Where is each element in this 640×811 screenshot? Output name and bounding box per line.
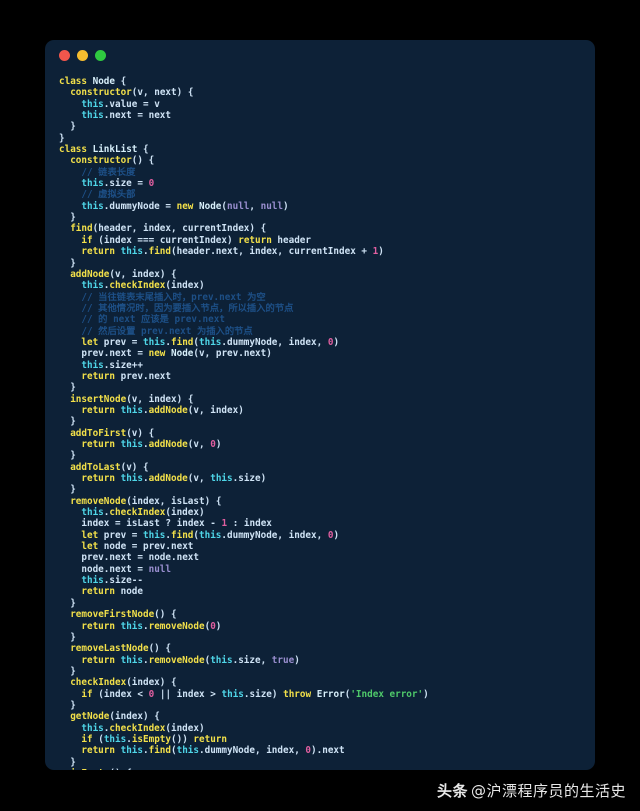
close-button[interactable] bbox=[59, 49, 70, 61]
screenshot-root: class Node { constructor(v, next) { this… bbox=[0, 0, 640, 811]
watermark-brand: 头条 bbox=[436, 782, 468, 800]
minimize-button[interactable] bbox=[77, 49, 88, 61]
code-window: class Node { constructor(v, next) { this… bbox=[45, 40, 595, 770]
watermark: 头条 @沪漂程序员的生活史 bbox=[437, 780, 626, 801]
watermark-handle: @沪漂程序员的生活史 bbox=[470, 782, 626, 800]
window-titlebar bbox=[45, 40, 595, 70]
code-editor-area[interactable]: class Node { constructor(v, next) { this… bbox=[45, 70, 595, 770]
maximize-button[interactable] bbox=[95, 49, 106, 61]
source-code[interactable]: class Node { constructor(v, next) { this… bbox=[59, 76, 595, 770]
